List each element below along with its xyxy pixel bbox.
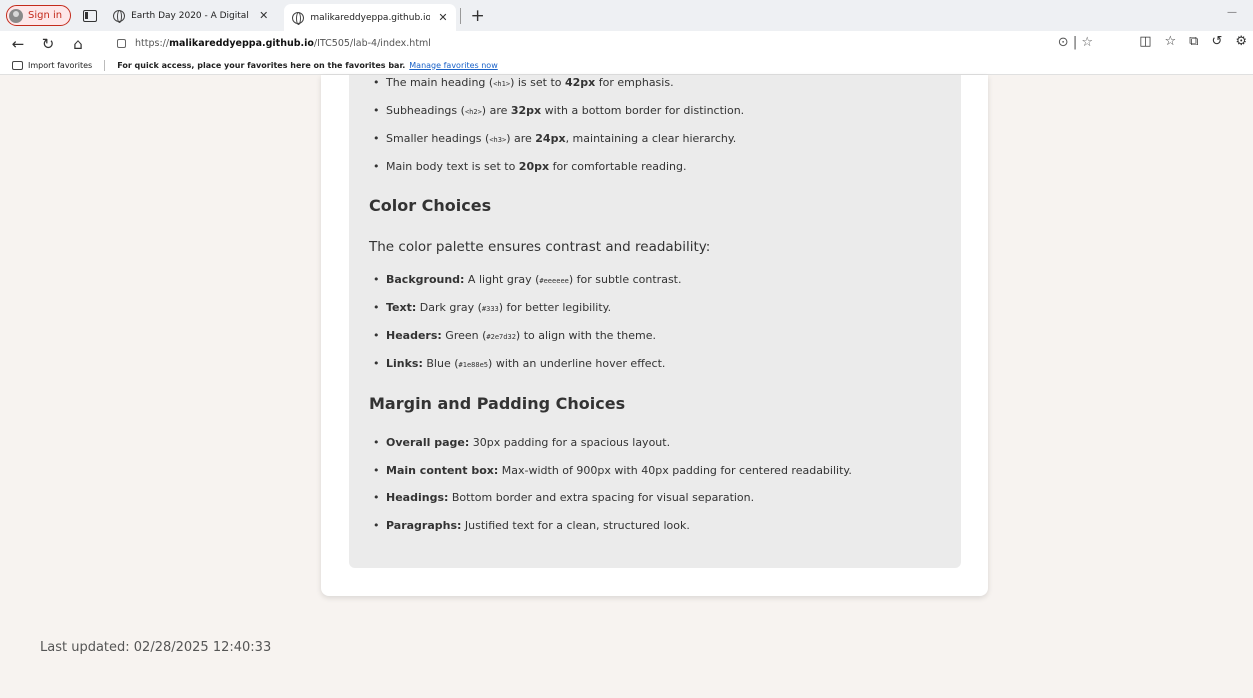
collections-icon[interactable]: ⧉	[1189, 34, 1198, 49]
margin-padding-heading: Margin and Padding Choices	[369, 394, 626, 413]
list-item: Main content box: Max-width of 900px wit…	[373, 464, 852, 477]
list-item: Background: A light gray (#eeeeee) for s…	[373, 273, 682, 286]
home-icon[interactable]: ⌂	[66, 35, 90, 53]
list-item: The main heading (<h1>) is set to 42px f…	[373, 76, 674, 89]
color-choices-heading: Color Choices	[369, 196, 492, 215]
globe-icon	[292, 11, 305, 25]
list-item: Main body text is set to 20px for comfor…	[373, 160, 686, 173]
list-item: Smaller headings (<h3>) are 24px, mainta…	[373, 132, 736, 145]
close-tab-icon[interactable]: ✕	[259, 9, 268, 22]
favorites-bar: Import favorites For quick access, place…	[0, 56, 1253, 75]
url-host: malikareddyeppa.github.io	[169, 37, 314, 49]
list-item: Paragraphs: Justified text for a clean, …	[373, 519, 690, 532]
url-path: /ITC505/lab-4/index.html	[313, 37, 431, 49]
tab-title: Earth Day 2020 - A Digital Moveme	[131, 10, 251, 21]
tab-strip: Sign in Earth Day 2020 - A Digital Movem…	[0, 0, 1253, 31]
list-item: Headings: Bottom border and extra spacin…	[373, 491, 754, 504]
favorites-divider	[104, 59, 106, 71]
toolbar-icons: ◫ ☆ ⧉ ↺ ⚙	[1139, 34, 1247, 49]
back-arrow-icon[interactable]: ←	[6, 35, 30, 53]
url-field[interactable]: https://malikareddyeppa.github.io/ITC505…	[105, 32, 1095, 54]
history-icon[interactable]: ↺	[1211, 34, 1222, 49]
tab-lab4[interactable]: malikareddyeppa.github.io/ITC505 ✕	[284, 4, 456, 31]
minimize-button[interactable]: —	[1227, 7, 1237, 18]
import-favorites-button[interactable]: Import favorites	[28, 61, 92, 70]
list-item: Subheadings (<h2>) are 32px with a botto…	[373, 104, 744, 117]
import-icon	[12, 60, 23, 70]
color-intro-paragraph: The color palette ensures contrast and r…	[369, 239, 711, 255]
list-item: Overall page: 30px padding for a spaciou…	[373, 436, 670, 449]
refresh-icon[interactable]: ↻	[36, 35, 60, 53]
extensions-icon[interactable]: ⚙	[1235, 34, 1247, 49]
tab-actions-icon[interactable]	[83, 9, 98, 22]
favorites-icon[interactable]: ☆	[1164, 34, 1176, 49]
lock-icon[interactable]	[117, 38, 126, 48]
tab-title: malikareddyeppa.github.io/ITC505	[310, 12, 431, 23]
new-tab-button[interactable]: +	[471, 6, 485, 26]
last-updated-text: Last updated: 02/28/2025 12:40:33	[40, 640, 272, 655]
profile-icon	[9, 8, 23, 23]
read-aloud-icon[interactable]: ⊙ | ☆	[1058, 35, 1093, 50]
manage-favorites-link[interactable]: Manage favorites now	[409, 61, 497, 70]
tab-earth-day[interactable]: Earth Day 2020 - A Digital Moveme ✕	[105, 2, 276, 29]
sign-in-label: Sign in	[28, 10, 63, 21]
url-prefix: https://	[135, 37, 170, 49]
list-item: Headers: Green (#2e7d32) to align with t…	[373, 329, 656, 342]
sign-in-button[interactable]: Sign in	[6, 5, 72, 26]
close-tab-icon[interactable]: ✕	[438, 11, 447, 24]
globe-icon	[113, 9, 126, 23]
address-bar-row: ← ↻ ⌂ https://malikareddyeppa.github.io /…	[0, 31, 1253, 56]
tab-divider	[459, 7, 461, 24]
list-item: Text: Dark gray (#333) for better legibi…	[373, 301, 611, 314]
favorites-hint: For quick access, place your favorites h…	[117, 60, 406, 70]
split-screen-icon[interactable]: ◫	[1139, 34, 1151, 49]
list-item: Links: Blue (#1e88e5) with an underline …	[373, 357, 665, 370]
